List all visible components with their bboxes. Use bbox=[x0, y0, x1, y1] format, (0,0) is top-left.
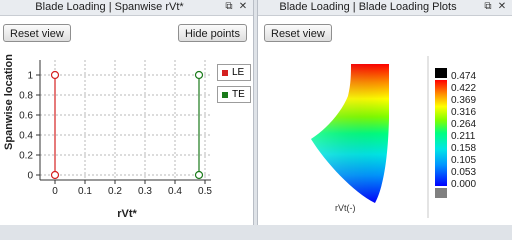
x-tick-label: 0.4 bbox=[168, 186, 182, 197]
legend-swatch-le bbox=[222, 70, 228, 76]
left-panel-titlebar: Blade Loading | Spanwise rVt* ⧉ ✕ bbox=[0, 0, 253, 16]
x-tick-label: 0.5 bbox=[198, 186, 212, 197]
right-panel-titlebar: Blade Loading | Blade Loading Plots ⧉ ✕ bbox=[258, 0, 512, 16]
spanwise-chart[interactable]: 0 0.1 0.2 0.3 0.4 0.5 0 0.2 0.4 0.6 0.8 1 rVt* Span… bbox=[0, 16, 254, 225]
colorbar-tick-label: 0.474 bbox=[451, 71, 477, 82]
colorbar-tick-label: 0.000 bbox=[451, 179, 477, 190]
data-point-te bbox=[194, 170, 204, 180]
close-icon[interactable]: ✕ bbox=[237, 1, 249, 13]
data-point-te bbox=[194, 70, 204, 80]
legend-swatch-te bbox=[222, 92, 228, 98]
legend-item-te[interactable]: TE bbox=[217, 86, 251, 103]
data-point-le bbox=[50, 170, 60, 180]
colorbar-tick-label: 0.105 bbox=[451, 155, 477, 166]
y-tick-label: 0.4 bbox=[19, 131, 33, 142]
colorbar-tick-label: 0.053 bbox=[451, 167, 477, 178]
colorbar-above-range bbox=[435, 68, 447, 78]
x-tick-label: 0.1 bbox=[78, 186, 92, 197]
colorbar-below-range bbox=[435, 188, 447, 198]
y-tick-label: 0.2 bbox=[19, 151, 33, 162]
blade-loading-plots-panel: Blade Loading | Blade Loading Plots ⧉ ✕ … bbox=[257, 0, 512, 225]
y-tick-label: 1 bbox=[27, 71, 33, 82]
y-tick-label: 0.6 bbox=[19, 111, 33, 122]
left-panel-title: Blade Loading | Spanwise rVt* bbox=[35, 1, 184, 13]
colorbar-tick-label: 0.316 bbox=[451, 107, 477, 118]
colorbar-tick-label: 0.158 bbox=[451, 143, 477, 154]
x-tick-label: 0.2 bbox=[108, 186, 122, 197]
y-tick-label: 0 bbox=[27, 171, 33, 182]
restore-window-icon[interactable]: ⧉ bbox=[482, 1, 494, 13]
colorbar-gradient bbox=[435, 80, 447, 186]
y-axis-label: Spanwise location bbox=[3, 54, 15, 150]
x-axis-label: rVt* bbox=[117, 208, 137, 220]
spanwise-rvt-panel: Blade Loading | Spanwise rVt* ⧉ ✕ Reset … bbox=[0, 0, 254, 225]
y-tick-label: 0.8 bbox=[19, 91, 33, 102]
data-point-le bbox=[50, 70, 60, 80]
colorbar-tick-label: 0.211 bbox=[451, 131, 476, 142]
contour-variable-label: rVt(-) bbox=[335, 203, 356, 213]
blade-contour-shading bbox=[311, 64, 389, 203]
colorbar-tick-label: 0.264 bbox=[451, 119, 477, 130]
close-icon[interactable]: ✕ bbox=[496, 1, 508, 13]
colorbar-tick-label: 0.422 bbox=[451, 83, 477, 94]
legend-label-le: LE bbox=[232, 67, 245, 78]
x-tick-label: 0 bbox=[52, 186, 58, 197]
right-panel-title: Blade Loading | Blade Loading Plots bbox=[279, 1, 457, 13]
colorbar-tick-label: 0.369 bbox=[451, 95, 477, 106]
legend-label-te: TE bbox=[232, 89, 245, 100]
legend-item-le[interactable]: LE bbox=[217, 64, 251, 81]
restore-window-icon[interactable]: ⧉ bbox=[223, 1, 235, 13]
x-tick-label: 0.3 bbox=[138, 186, 152, 197]
